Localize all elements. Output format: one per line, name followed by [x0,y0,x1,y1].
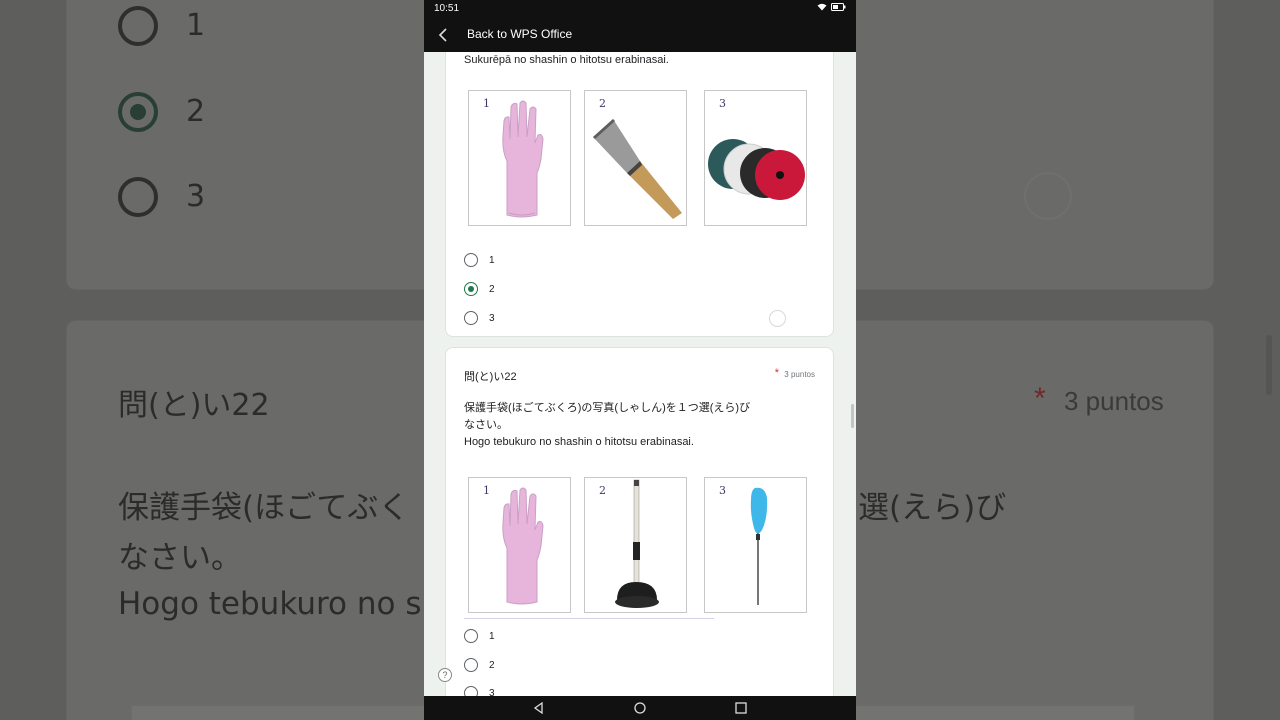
touch-ripple-circle [769,310,786,327]
q22-title: 問(と)い22 [464,371,517,383]
bg-radio-2 [118,92,158,132]
nav-recents-icon[interactable] [735,702,747,714]
image-number: 2 [599,484,606,497]
q22-image-3: 3 [704,477,807,613]
floor-pads-icon [708,139,805,200]
radio-button[interactable] [464,686,478,696]
nav-back-icon[interactable] [533,702,545,714]
bg-ghost-circle [1024,172,1072,220]
bg-option-label: 3 [186,179,206,214]
q21-image-2: 2 [584,90,687,226]
wifi-icon [817,3,827,11]
option-label: 2 [489,283,495,295]
bg-q22-title: 問(と)い22 [118,388,270,423]
status-bar: 10:51 [424,0,856,18]
pink-glove-icon [502,100,544,218]
option-label: 3 [489,687,495,697]
option-label: 3 [489,312,495,324]
q22-image-1: 1 [468,477,571,613]
bg-radio-3 [118,177,158,217]
back-to-wps-link[interactable]: Back to WPS Office [467,27,572,41]
option-label: 1 [489,254,495,266]
option-label: 2 [489,659,495,671]
scrollbar-thumb[interactable] [851,404,854,428]
radio-button[interactable] [464,253,478,267]
question-card-22: 問(と)い22 * 3 puntos 保護手袋(ほごてぶくろ)の写真(しゃしん)… [445,347,834,696]
radio-button[interactable] [464,311,478,325]
bg-q22-text: 保護手袋(ほごてぶく [118,490,410,526]
q22-image-2: 2 [584,477,687,613]
bg-q22-text: なさい。 [118,540,242,576]
status-time: 10:51 [434,3,460,14]
q21-option-1[interactable]: 1 [464,252,495,268]
image-number: 1 [483,484,490,497]
divider [464,618,714,619]
radio-button-selected[interactable] [464,282,478,296]
q21-option-2[interactable]: 2 [464,281,495,297]
duster-icon [750,487,768,605]
question-card-21: Sukurēpā no shashin o hitotsu erabinasai… [445,52,834,337]
q21-instruction: Sukurēpā no shashin o hitotsu erabinasai… [464,54,669,66]
q22-text-jp-2: なさい。 [464,419,508,431]
q21-option-3[interactable]: 3 [464,310,495,326]
q21-image-3: 3 [704,90,807,226]
battery-icon [831,3,846,11]
bg-option-label: 1 [186,8,206,43]
plunger-icon [615,479,659,608]
q22-option-1[interactable]: 1 [464,628,495,644]
q21-image-1: 1 [468,90,571,226]
bg-points: 3 puntos [1064,386,1164,416]
navigation-bar [424,696,856,720]
bg-option-label: 2 [186,94,206,129]
help-icon[interactable]: ? [438,668,452,682]
bg-q22-text: 選(えら)び [858,490,1007,526]
bg-required-mark: * [1034,382,1046,415]
q22-text-romaji: Hogo tebukuro no shashin o hitotsu erabi… [464,436,694,448]
image-number: 2 [599,97,606,110]
required-mark: * [774,367,779,379]
q22-text-jp-1: 保護手袋(ほごてぶくろ)の写真(しゃしん)を１つ選(えら)び [464,402,751,414]
bg-q22-text: Hogo tebukuro no sh [118,586,442,622]
status-icons [817,3,846,11]
image-number: 3 [719,484,726,497]
phone-screen: 10:51 Back to WPS Office Sukurēpā no sha… [424,0,856,720]
pink-glove-icon [502,487,544,605]
scraper-icon [593,119,682,219]
radio-button[interactable] [464,658,478,672]
bg-radio-1 [118,6,158,46]
bg-scroll-indicator [1266,335,1272,395]
image-number: 3 [719,97,726,110]
nav-home-icon[interactable] [634,702,646,714]
back-chevron-icon[interactable] [436,26,452,44]
q22-option-2[interactable]: 2 [464,657,495,673]
q22-points: 3 puntos [784,370,815,379]
form-content: Sukurēpā no shashin o hitotsu erabinasai… [424,52,856,696]
app-bar: Back to WPS Office [424,18,856,52]
radio-button[interactable] [464,629,478,643]
q22-option-3[interactable]: 3 [464,685,495,696]
option-label: 1 [489,630,495,642]
image-number: 1 [483,97,490,110]
